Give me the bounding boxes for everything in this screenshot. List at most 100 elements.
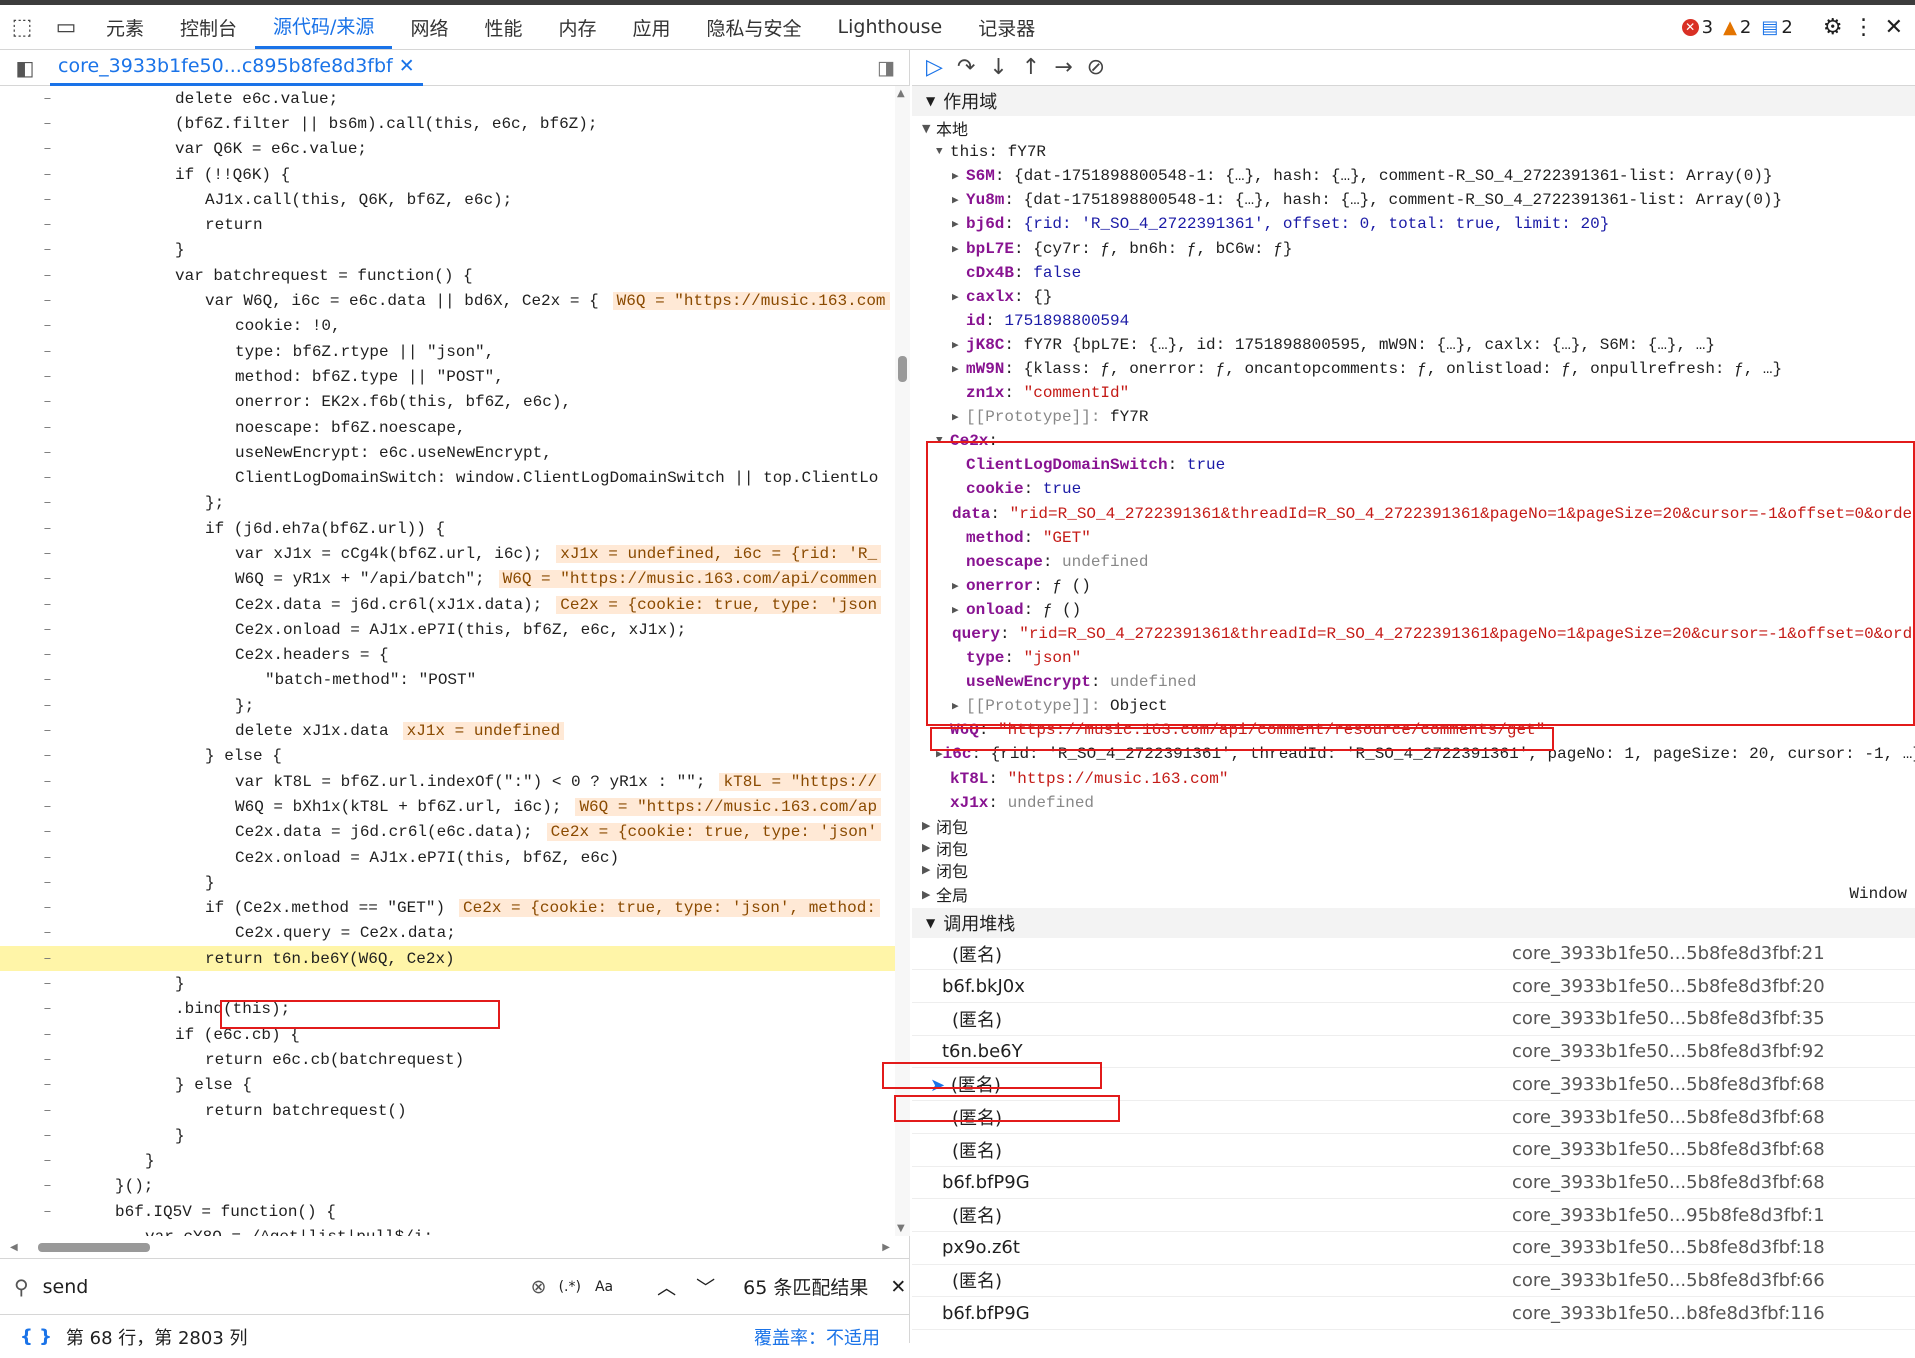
- scroll-down-icon[interactable]: ▼: [897, 1223, 905, 1234]
- frame-location[interactable]: core_3933b1fe50...5b8fe8d3fbf:68: [1512, 1107, 1825, 1128]
- code-line[interactable]: – W6Q = bXh1x(kT8L + bf6Z.url, i6c); W6Q =…: [0, 794, 895, 819]
- line-gutter[interactable]: –: [0, 925, 95, 941]
- code-line[interactable]: –} else {: [0, 1073, 895, 1098]
- search-input[interactable]: send: [43, 1276, 513, 1298]
- line-gutter[interactable]: –: [0, 1204, 95, 1220]
- line-gutter[interactable]: –: [0, 1027, 95, 1043]
- scroll-thumb[interactable]: [898, 356, 907, 382]
- line-gutter[interactable]: –: [0, 445, 95, 461]
- chevron-up-icon[interactable]: ︿: [657, 1273, 676, 1300]
- regex-toggle[interactable]: (.*): [559, 1279, 581, 1295]
- line-gutter[interactable]: –: [0, 1229, 95, 1236]
- scope-property[interactable]: id: 1751898800594: [922, 309, 1915, 333]
- callstack-frame[interactable]: b6f.bfP9G core_3933b1fe50...5b8fe8d3fbf:6…: [912, 1167, 1915, 1200]
- scope-property[interactable]: ▶ bpL7E: {cy7r: ƒ, bn6h: ƒ, bC6w: ƒ}: [922, 236, 1915, 260]
- line-gutter[interactable]: –: [0, 723, 95, 739]
- step-icon[interactable]: →: [1054, 55, 1072, 80]
- code-line[interactable]: –}: [0, 1123, 895, 1148]
- inspect-element-icon[interactable]: ⬚: [0, 5, 44, 49]
- line-gutter[interactable]: –: [0, 141, 95, 157]
- error-count-badge[interactable]: ✕ 3: [1681, 17, 1713, 38]
- line-gutter[interactable]: –: [0, 293, 95, 309]
- step-over-icon[interactable]: ↷: [957, 55, 975, 80]
- line-gutter[interactable]: –: [0, 1153, 95, 1169]
- callstack-frame[interactable]: b6f.bfP9G core_3933b1fe50...b8fe8d3fbf:11…: [912, 1297, 1915, 1330]
- scope-property[interactable]: ▶ [[Prototype]]: fY7R: [922, 405, 1915, 429]
- callstack-frame[interactable]: (匿名) core_3933b1fe50...5b8fe8d3fbf:21: [912, 938, 1915, 971]
- scroll-right-icon[interactable]: ▶: [882, 1242, 890, 1253]
- code-line[interactable]: – cookie: !0,: [0, 314, 895, 339]
- code-line[interactable]: – if (j6d.eh7a(bf6Z.url)) {: [0, 516, 895, 541]
- scope-property[interactable]: ▶ Yu8m: {dat-1751898800548-1: {…}, hash: …: [922, 188, 1915, 212]
- code-line[interactable]: – AJ1x.call(this, Q6K, bf6Z, e6c);: [0, 187, 895, 212]
- line-gutter[interactable]: –: [0, 394, 95, 410]
- line-gutter[interactable]: –: [0, 774, 95, 790]
- tab-4[interactable]: 性能: [466, 5, 540, 49]
- line-gutter[interactable]: –: [0, 521, 95, 537]
- line-gutter[interactable]: –: [0, 1178, 95, 1194]
- scope-property[interactable]: ▶ mW9N: {klass: ƒ, onerror: ƒ, oncantopco…: [922, 357, 1915, 381]
- scope-property[interactable]: kT8L: "https://music.163.com": [922, 767, 1915, 791]
- line-gutter[interactable]: –: [0, 672, 95, 688]
- code-line[interactable]: – useNewEncrypt: e6c.useNewEncrypt,: [0, 440, 895, 465]
- hscroll-thumb[interactable]: [38, 1243, 150, 1252]
- code-line[interactable]: – Ce2x.query = Ce2x.data;: [0, 921, 895, 946]
- line-gutter[interactable]: –: [0, 1052, 95, 1068]
- warning-count-badge[interactable]: ▲ 2: [1723, 17, 1751, 38]
- gear-icon[interactable]: ⚙: [1823, 15, 1843, 40]
- scope-property[interactable]: xJ1x: undefined: [922, 791, 1915, 815]
- line-gutter[interactable]: –: [0, 116, 95, 132]
- callstack-frame[interactable]: (匿名) core_3933b1fe50...5b8fe8d3fbf:35: [912, 1003, 1915, 1036]
- code-line[interactable]: – W6Q = yR1x + "/api/batch"; W6Q = "https:…: [0, 567, 895, 592]
- code-line[interactable]: – return: [0, 212, 895, 237]
- code-line[interactable]: – if (!!Q6K) {: [0, 162, 895, 187]
- scope-closure[interactable]: ▶ 闭包: [922, 837, 1915, 859]
- close-icon[interactable]: ✕: [1885, 15, 1903, 40]
- code-line[interactable]: – var W6Q, i6c = e6c.data || bd6X, Ce2x =…: [0, 288, 895, 313]
- code-line[interactable]: – Ce2x.headers = {: [0, 643, 895, 668]
- tab-5[interactable]: 内存: [540, 5, 614, 49]
- code-line[interactable]: – var batchrequest = function() {: [0, 263, 895, 288]
- code-line[interactable]: – return e6c.cb(batchrequest): [0, 1047, 895, 1072]
- frame-location[interactable]: core_3933b1fe50...5b8fe8d3fbf:92: [1512, 1041, 1825, 1062]
- code-line[interactable]: – return t6n.be6Y(W6Q, Ce2x): [0, 946, 895, 972]
- code-view[interactable]: – delete e6c.value; – (bf6Z.filter || bs6m)…: [0, 86, 895, 1236]
- code-line[interactable]: – ClientLogDomainSwitch: window.ClientLog…: [0, 465, 895, 490]
- case-toggle[interactable]: Aa: [595, 1279, 613, 1295]
- tab-7[interactable]: 隐私与安全: [689, 5, 820, 49]
- frame-location[interactable]: core_3933b1fe50...b8fe8d3fbf:116: [1512, 1303, 1825, 1324]
- code-line[interactable]: – Ce2x.data = j6d.cr6l(xJ1x.data); Ce2x = …: [0, 592, 895, 617]
- code-line[interactable]: – "batch-method": "POST": [0, 668, 895, 693]
- tab-2[interactable]: 源代码/来源: [255, 5, 393, 49]
- callstack-frame[interactable]: (匿名) core_3933b1fe50...95b8fe8d3fbf:1: [912, 1199, 1915, 1232]
- line-gutter[interactable]: –: [0, 1128, 95, 1144]
- device-toolbar-icon[interactable]: ▭: [44, 5, 88, 49]
- line-gutter[interactable]: –: [0, 91, 95, 107]
- tab-0[interactable]: 元素: [88, 5, 162, 49]
- tab-3[interactable]: 网络: [392, 5, 466, 49]
- code-line[interactable]: – onerror: EK2x.f6b(this, bf6Z, e6c),: [0, 390, 895, 415]
- code-line[interactable]: –};: [0, 693, 895, 718]
- line-gutter[interactable]: –: [0, 748, 95, 764]
- frame-location[interactable]: core_3933b1fe50...5b8fe8d3fbf:66: [1512, 1270, 1825, 1291]
- deactivate-breakpoints-icon[interactable]: ⊘: [1087, 55, 1105, 80]
- code-line[interactable]: –} else {: [0, 744, 895, 769]
- scope-closure[interactable]: ▶ 闭包: [922, 859, 1915, 881]
- line-gutter[interactable]: –: [0, 1077, 95, 1093]
- code-line[interactable]: – method: bf6Z.type || "POST",: [0, 364, 895, 389]
- code-line[interactable]: – Ce2x.onload = AJ1x.eP7I(this, bf6Z, e6c…: [0, 617, 895, 642]
- scope-property[interactable]: ▶ S6M: {dat-1751898800548-1: {…}, hash: {…: [922, 164, 1915, 188]
- file-tab[interactable]: core_3933b1fe50...c895b8fe8d3fbf ✕: [50, 50, 423, 86]
- resume-icon[interactable]: ▷: [926, 55, 943, 80]
- callstack-frame[interactable]: px9o.z6t core_3933b1fe50...5b8fe8d3fbf:18: [912, 1232, 1915, 1265]
- scope-property[interactable]: ▶ bj6d: {rid: 'R_SO_4_2722391361', offset…: [922, 212, 1915, 236]
- line-gutter[interactable]: –: [0, 900, 95, 916]
- frame-location[interactable]: core_3933b1fe50...5b8fe8d3fbf:20: [1512, 976, 1825, 997]
- callstack-frame[interactable]: (匿名) core_3933b1fe50...5b8fe8d3fbf:68: [912, 1134, 1915, 1167]
- code-line[interactable]: – return batchrequest(): [0, 1098, 895, 1123]
- line-gutter[interactable]: –: [0, 597, 95, 613]
- tab-8[interactable]: Lighthouse: [820, 5, 961, 49]
- code-line[interactable]: – if (Ce2x.method == "GET") Ce2x = {cookie…: [0, 896, 895, 921]
- scope-this[interactable]: ▼ this: fY7R: [922, 140, 1915, 164]
- code-line[interactable]: –}: [0, 870, 895, 895]
